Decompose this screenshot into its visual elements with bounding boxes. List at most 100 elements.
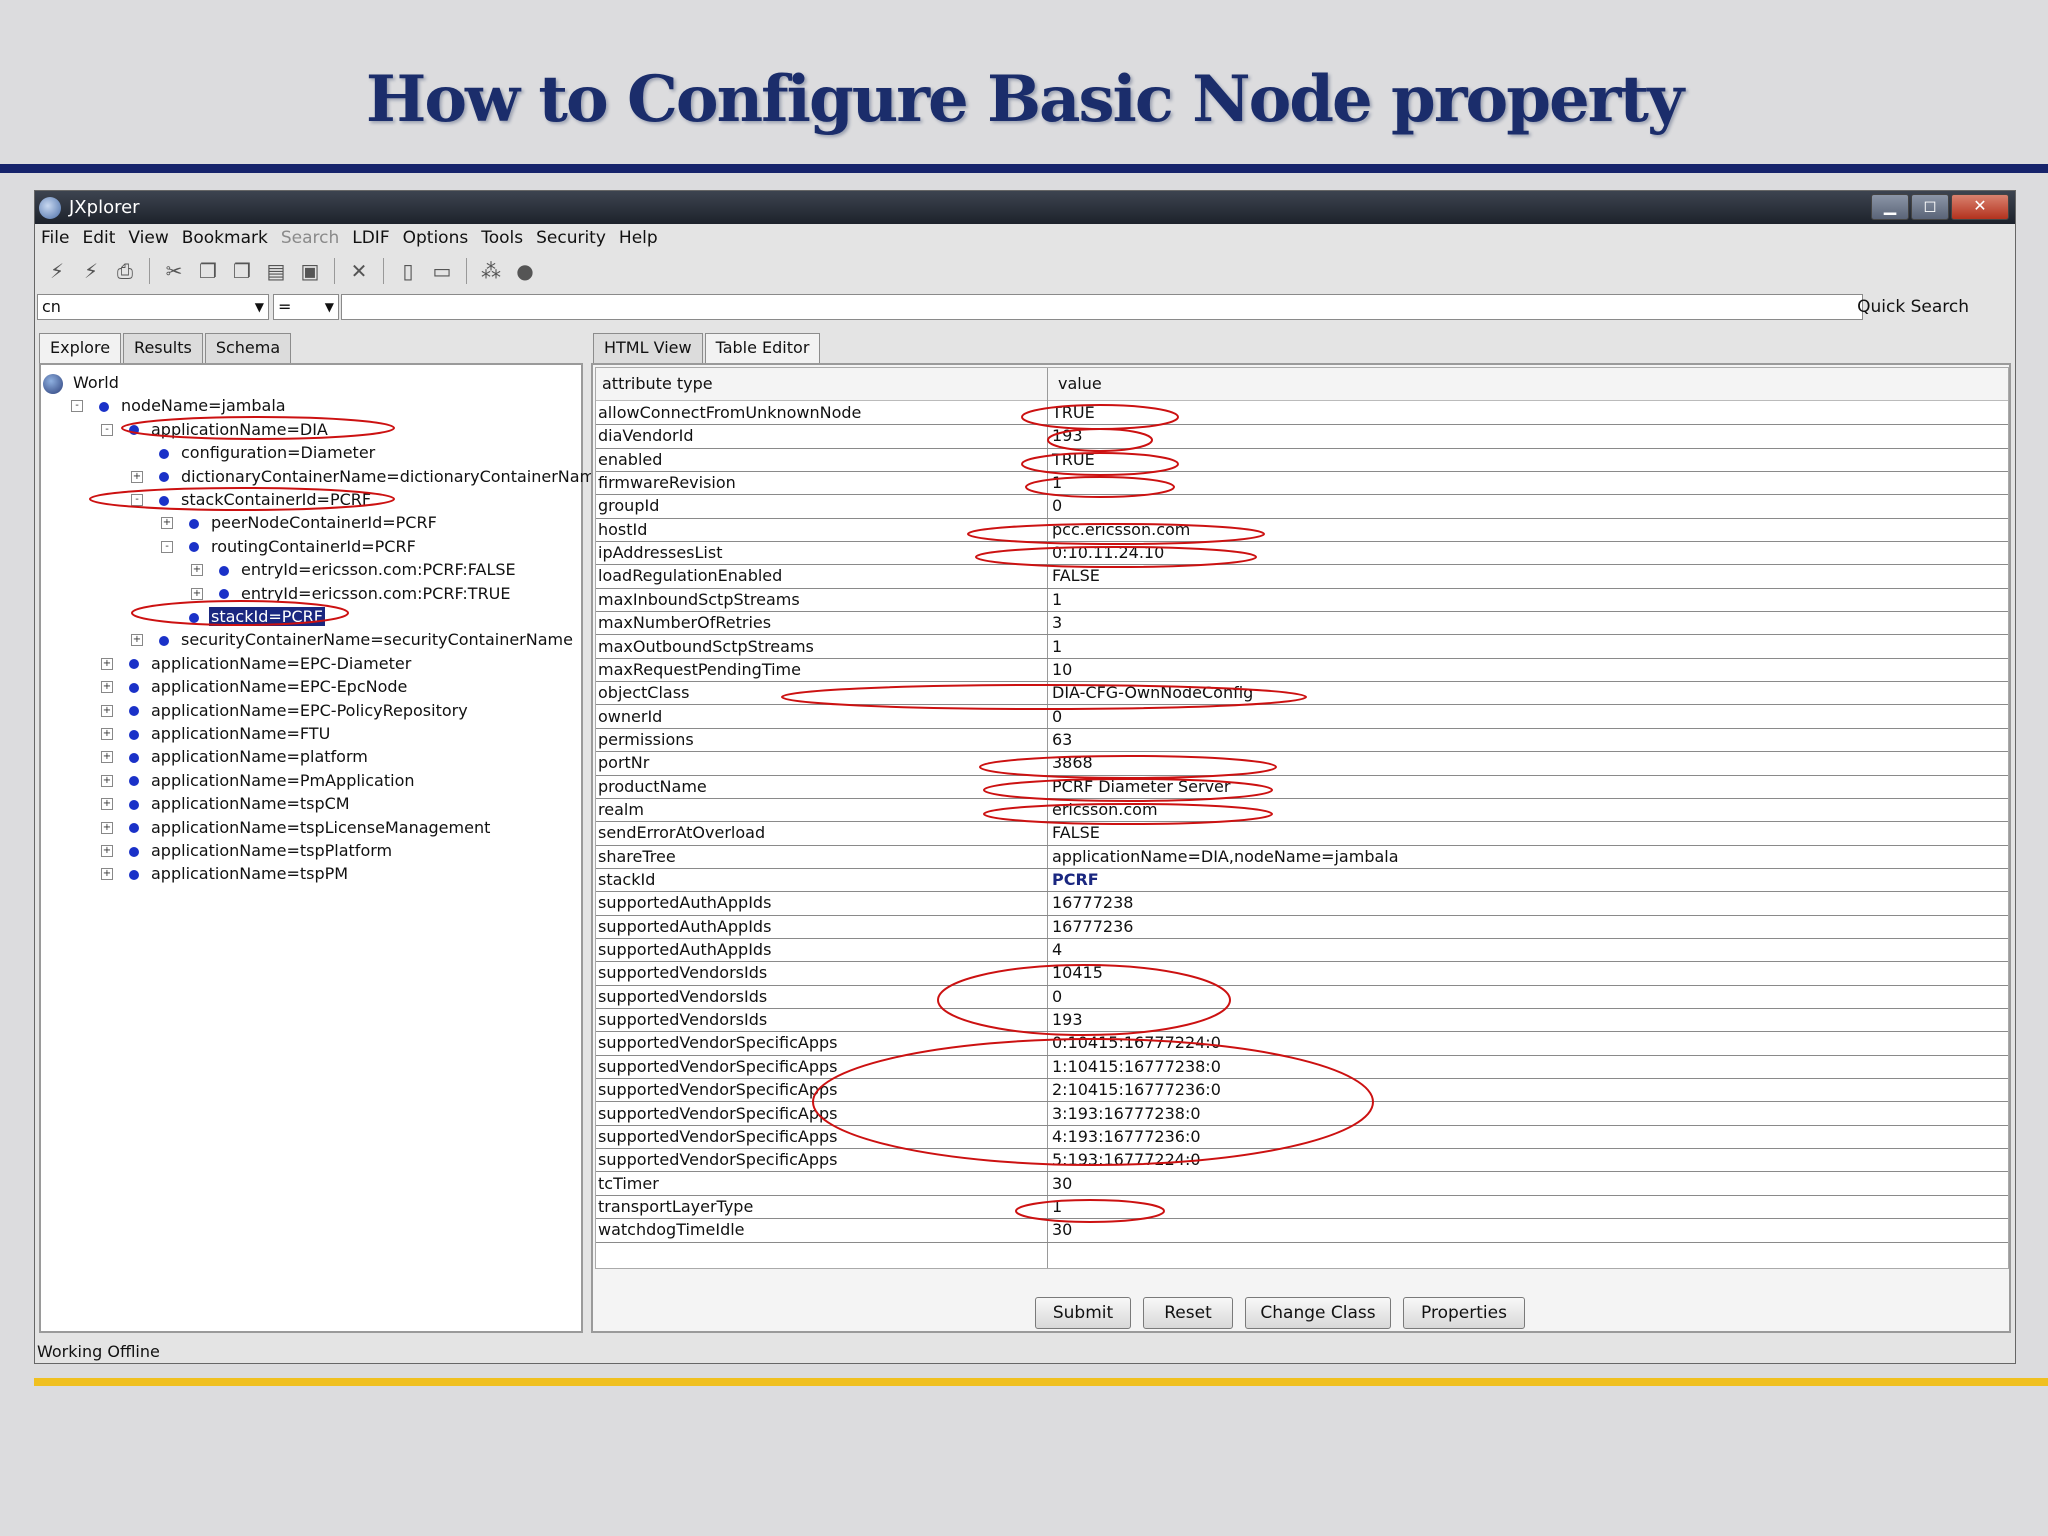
table-row[interactable]: supportedAuthAppIds 16777238 (596, 892, 2008, 916)
table-row[interactable]: diaVendorId 193 (596, 425, 2008, 449)
tree-node[interactable]: + applicationName=EPC-Diameter (101, 652, 413, 675)
table-row[interactable]: enabled TRUE (596, 449, 2008, 472)
maximize-button[interactable]: ◻ (1911, 194, 1949, 220)
table-row[interactable]: groupId 0 (596, 495, 2008, 519)
table-row[interactable]: supportedAuthAppIds 16777236 (596, 916, 2008, 939)
table-row[interactable]: shareTree applicationName=DIA,nodeName=ja… (596, 846, 2008, 869)
table-row[interactable]: supportedVendorsIds 0 (596, 986, 2008, 1010)
expand-icon[interactable]: + (131, 470, 143, 483)
tree-node[interactable]: + entryId=ericsson.com:PCRF:TRUE (191, 582, 513, 605)
attribute-value-cell[interactable]: 5:193:16777224:0 (1052, 1149, 1201, 1171)
attribute-value-cell[interactable]: 193 (1052, 1009, 1083, 1031)
table-row[interactable]: supportedVendorSpecificApps 0:10415:16777… (596, 1032, 2008, 1056)
attribute-value-cell[interactable]: 30 (1052, 1219, 1072, 1241)
attribute-value-cell[interactable]: pcc.ericsson.com (1052, 519, 1190, 541)
tab-results[interactable]: Results (123, 333, 203, 364)
tree-node[interactable]: configuration=Diameter (159, 441, 377, 464)
table-row[interactable]: allowConnectFromUnknownNode TRUE (596, 402, 2008, 426)
table-row[interactable]: firmwareRevision 1 (596, 472, 2008, 496)
expand-icon[interactable]: + (101, 798, 113, 811)
tab-table-editor[interactable]: Table Editor (704, 333, 821, 364)
tree-node[interactable]: + applicationName=tspPlatform (101, 839, 394, 862)
delete-icon[interactable]: ✕ (345, 257, 373, 285)
attribute-value-cell[interactable]: ericsson.com (1052, 799, 1158, 821)
table-row[interactable]: supportedVendorSpecificApps 1:10415:16777… (596, 1056, 2008, 1080)
minimize-button[interactable]: ▁ (1871, 194, 1909, 220)
table-row[interactable]: loadRegulationEnabled FALSE (596, 565, 2008, 589)
paste-icon[interactable]: ▤ (262, 257, 290, 285)
refresh-icon[interactable]: ⁂ (477, 257, 505, 285)
attribute-value-cell[interactable]: 1 (1052, 472, 1062, 494)
attribute-value-cell[interactable]: FALSE (1052, 822, 1100, 844)
menu-tools[interactable]: Tools (481, 228, 523, 248)
tree-node[interactable]: - stackContainerId=PCRF (131, 488, 373, 511)
tree-node[interactable]: + applicationName=platform (101, 745, 370, 768)
table-row[interactable]: ownerId 0 (596, 706, 2008, 729)
table-row[interactable]: tcTimer 30 (596, 1173, 2008, 1196)
tree-node[interactable]: - applicationName=DIA (101, 418, 330, 441)
tree-node[interactable]: + applicationName=tspCM (101, 792, 352, 815)
print-icon[interactable]: ⎙ (111, 257, 139, 285)
attribute-value-cell[interactable]: 1:10415:16777238:0 (1052, 1056, 1221, 1078)
menu-help[interactable]: Help (619, 228, 658, 248)
stop-icon[interactable]: ● (511, 257, 539, 285)
tree-node[interactable]: + applicationName=EPC-PolicyRepository (101, 699, 470, 722)
collapse-icon[interactable]: - (71, 400, 83, 413)
tree-node[interactable]: + applicationName=PmApplication (101, 769, 417, 792)
attribute-value-cell[interactable]: 1 (1052, 589, 1062, 611)
menu-bookmark[interactable]: Bookmark (182, 228, 268, 248)
tab-schema[interactable]: Schema (204, 333, 292, 364)
table-row[interactable]: supportedVendorSpecificApps 2:10415:16777… (596, 1079, 2008, 1103)
expand-icon[interactable]: + (101, 728, 113, 740)
attribute-value-cell[interactable]: 10415 (1052, 962, 1103, 984)
tree-node[interactable]: World (43, 371, 121, 394)
tab-html-view[interactable]: HTML View (593, 333, 703, 364)
properties-button[interactable]: Properties (1403, 1297, 1525, 1329)
tree-node[interactable]: + applicationName=tspLicenseManagement (101, 816, 492, 839)
menu-search[interactable]: Search (281, 228, 339, 248)
submit-button[interactable]: Submit (1035, 1297, 1131, 1329)
paste-alias-icon[interactable]: ▣ (296, 257, 324, 285)
reset-button[interactable]: Reset (1143, 1297, 1233, 1329)
table-row[interactable]: watchdogTimeIdle 30 (596, 1219, 2008, 1243)
tree-node[interactable]: + dictionaryContainerName=dictionaryConta… (131, 465, 607, 488)
expand-icon[interactable]: + (161, 517, 173, 530)
attribute-value-cell[interactable]: 1 (1052, 636, 1062, 658)
attribute-value-cell[interactable]: applicationName=DIA,nodeName=jambala (1052, 846, 1399, 868)
close-button[interactable]: ✕ (1951, 194, 2009, 220)
menu-ldif[interactable]: LDIF (352, 228, 389, 248)
table-row[interactable]: maxRequestPendingTime 10 (596, 659, 2008, 683)
tree-node[interactable]: + peerNodeContainerId=PCRF (161, 511, 439, 534)
attribute-value-cell[interactable]: DIA-CFG-OwnNodeConfig (1052, 682, 1253, 704)
menu-security[interactable]: Security (536, 228, 606, 248)
table-row[interactable]: supportedVendorsIds 193 (596, 1009, 2008, 1033)
header-attribute-type[interactable]: attribute type (602, 368, 713, 400)
menu-options[interactable]: Options (403, 228, 469, 248)
table-row[interactable]: portNr 3868 (596, 752, 2008, 776)
expand-icon[interactable]: + (191, 564, 203, 577)
tree-node[interactable]: + applicationName=EPC-EpcNode (101, 675, 409, 698)
title-bar[interactable]: JXplorer ▁ ◻ ✕ (35, 191, 2015, 224)
tree-node[interactable]: + applicationName=tspPM (101, 862, 350, 885)
attribute-value-cell[interactable]: 3:193:16777238:0 (1052, 1103, 1201, 1125)
table-row[interactable]: stackId PCRF (596, 869, 2008, 893)
attribute-value-cell[interactable]: 10 (1052, 659, 1072, 681)
menu-file[interactable]: File (41, 228, 69, 248)
attribute-value-cell[interactable]: 4:193:16777236:0 (1052, 1126, 1201, 1148)
copy-icon[interactable]: ❐ (194, 257, 222, 285)
tree-node[interactable]: + applicationName=FTU (101, 722, 332, 745)
attribute-value-cell[interactable]: 2:10415:16777236:0 (1052, 1079, 1221, 1101)
expand-icon[interactable]: + (101, 845, 113, 857)
tree-node[interactable]: - nodeName=jambala (71, 394, 288, 417)
expand-icon[interactable]: + (101, 774, 113, 787)
attribute-value-cell[interactable]: 193 (1052, 425, 1083, 447)
cut-icon[interactable]: ✂ (160, 257, 188, 285)
attribute-value-cell[interactable]: PCRF (1052, 869, 1099, 891)
table-row[interactable]: maxInboundSctpStreams 1 (596, 589, 2008, 613)
table-row[interactable]: supportedAuthAppIds 4 (596, 939, 2008, 963)
table-row[interactable]: transportLayerType 1 (596, 1196, 2008, 1220)
attribute-value-cell[interactable]: 1 (1052, 1196, 1062, 1218)
tree-node[interactable]: stackId=PCRF (189, 605, 325, 628)
attribute-value-cell[interactable]: 0 (1052, 495, 1062, 517)
attribute-value-cell[interactable]: 4 (1052, 939, 1062, 961)
